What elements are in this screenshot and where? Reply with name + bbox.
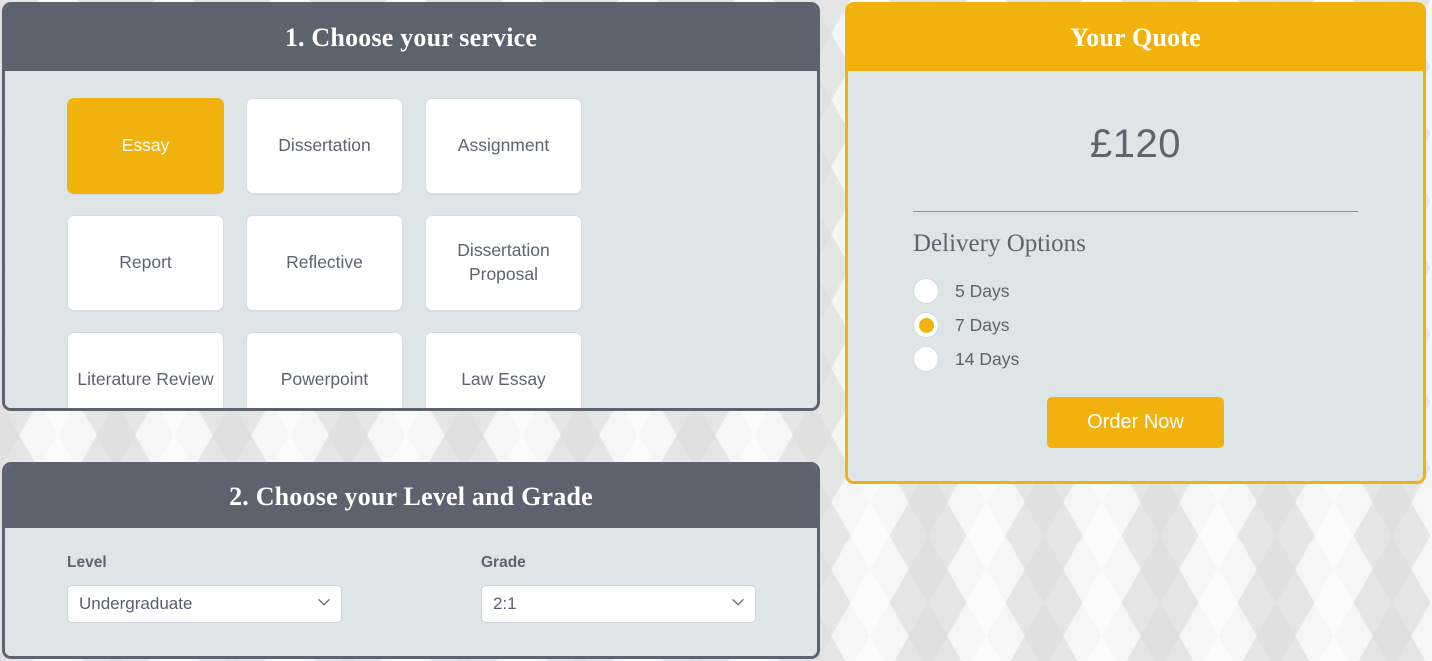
service-panel-body: Essay Dissertation Assignment Report Ref… [5,71,817,408]
delivery-option-7-days[interactable]: 7 Days [913,308,1423,342]
level-select-value: Undergraduate [79,594,193,613]
order-button-wrapper: Order Now [848,397,1423,448]
quote-panel: Your Quote £120 Delivery Options 5 Days … [845,2,1426,484]
service-option-dissertation[interactable]: Dissertation [246,98,403,194]
quote-panel-title: Your Quote [848,5,1423,71]
service-panel-title: 1. Choose your service [5,5,817,71]
level-grade-panel-body: Level Undergraduate Grade 2:1 [5,528,817,656]
grade-label: Grade [481,554,526,571]
service-option-assignment[interactable]: Assignment [425,98,582,194]
service-option-law-essay[interactable]: Law Essay [425,332,582,408]
level-field: Level Undergraduate [67,554,342,656]
delivery-option-label: 14 Days [955,348,1020,369]
service-option-label: Powerpoint [280,369,369,390]
order-now-button[interactable]: Order Now [1047,397,1224,448]
service-option-label: Report [119,252,172,273]
service-panel: 1. Choose your service Essay Dissertatio… [2,2,820,411]
quote-price: £120 [1090,122,1181,166]
quote-calculator-page: 1. Choose your service Essay Dissertatio… [0,0,1432,661]
grade-select-value: 2:1 [493,594,517,613]
level-grade-panel: 2. Choose your Level and Grade Level Und… [2,462,820,659]
service-option-label: Reflective [286,252,363,273]
service-option-label: Dissertation Proposal [457,240,550,284]
radio-icon[interactable] [913,278,939,304]
radio-icon[interactable] [913,346,939,372]
radio-icon-selected[interactable] [913,312,939,338]
quote-panel-body: £120 Delivery Options 5 Days 7 Days 14 D… [848,71,1423,481]
delivery-option-14-days[interactable]: 14 Days [913,342,1423,376]
grade-select[interactable]: 2:1 [481,585,756,623]
level-grade-panel-title: 2. Choose your Level and Grade [5,465,817,528]
quote-divider [913,211,1358,212]
delivery-options-list: 5 Days 7 Days 14 Days [913,274,1423,376]
service-option-report[interactable]: Report [67,215,224,311]
service-options-grid: Essay Dissertation Assignment Report Ref… [67,98,777,408]
service-option-reflective[interactable]: Reflective [246,215,403,311]
service-option-label: Literature Review [77,369,214,390]
service-option-label: Assignment [457,135,550,156]
service-option-essay[interactable]: Essay [67,98,224,194]
service-option-label: Law Essay [461,369,546,390]
level-label: Level [67,554,107,571]
delivery-option-label: 7 Days [955,314,1010,335]
grade-select-wrapper: 2:1 [481,585,756,623]
delivery-option-5-days[interactable]: 5 Days [913,274,1423,308]
delivery-options-title: Delivery Options [913,230,1086,257]
service-option-literature-review[interactable]: Literature Review [67,332,224,408]
grade-field: Grade 2:1 [481,554,756,656]
level-select-wrapper: Undergraduate [67,585,342,623]
level-select[interactable]: Undergraduate [67,585,342,623]
delivery-option-label: 5 Days [955,280,1010,301]
service-option-dissertation-proposal[interactable]: Dissertation Proposal [425,215,582,311]
service-option-label: Essay [121,135,170,156]
service-option-powerpoint[interactable]: Powerpoint [246,332,403,408]
service-option-label: Dissertation [278,135,371,156]
